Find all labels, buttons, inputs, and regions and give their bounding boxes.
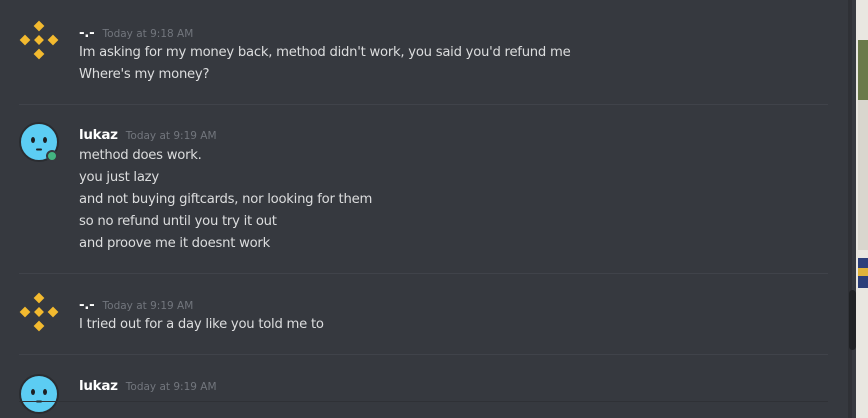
online-status-indicator [46,150,58,162]
message-text: method does work. [79,148,202,163]
message-group: -.- Today at 9:19 AM I tried out for a d… [0,274,848,354]
timestamp: Today at 9:18 AM [102,28,194,40]
binance-logo-icon [19,292,59,332]
avatar[interactable] [19,292,59,332]
message-text: Im asking for my money back, method didn… [79,45,571,60]
message-text: so no refund until you try it out [79,214,277,229]
message-text: Where's my money? [79,67,210,82]
avatar[interactable] [19,374,59,414]
message-group: lukaz Today at 9:19 AM method does work.… [0,105,848,273]
message-divider [19,401,828,402]
background-window-fragment [858,100,868,250]
background-window-fragment [858,40,868,100]
timestamp: Today at 9:19 AM [125,381,217,393]
message-header: -.- Today at 9:19 AM [79,294,193,313]
background-window-fragment [858,268,868,276]
timestamp: Today at 9:19 AM [102,300,194,312]
avatar[interactable] [19,20,59,60]
message-header: -.- Today at 9:18 AM [79,22,193,41]
timestamp: Today at 9:19 AM [125,130,217,142]
message-text: you just lazy [79,170,159,185]
message-group: lukaz Today at 9:19 AM [0,355,848,418]
chat-messages: -.- Today at 9:18 AM Im asking for my mo… [0,0,848,418]
scrollbar-track[interactable] [848,0,852,418]
message-text: and proove me it doesnt work [79,236,270,251]
username[interactable]: lukaz [79,378,118,394]
username[interactable]: lukaz [79,127,118,143]
username[interactable]: -.- [79,297,95,313]
username[interactable]: -.- [79,25,95,41]
message-header: lukaz Today at 9:19 AM [79,124,217,143]
message-header: lukaz Today at 9:19 AM [79,375,217,394]
message-text: and not buying giftcards, nor looking fo… [79,192,373,207]
message-group: -.- Today at 9:18 AM Im asking for my mo… [0,0,848,105]
smiley-face-icon [19,374,59,414]
avatar[interactable] [19,122,59,162]
binance-logo-icon [19,20,59,60]
message-text: I tried out for a day like you told me t… [79,317,324,332]
background-window-edge [856,0,868,418]
scrollbar-thumb[interactable] [849,290,856,350]
